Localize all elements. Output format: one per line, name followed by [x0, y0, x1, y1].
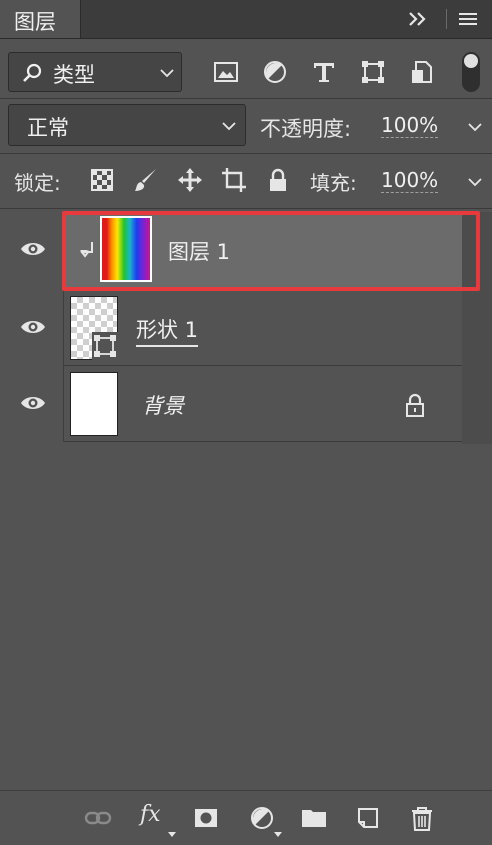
divider [0, 153, 492, 154]
eye-icon[interactable] [20, 240, 46, 258]
new-layer-icon[interactable] [354, 804, 382, 832]
lock-all-icon[interactable] [264, 166, 292, 194]
vector-mask-badge-icon [92, 332, 118, 360]
fill-field[interactable]: 100% [374, 161, 486, 199]
lock-transparent-pixels-icon[interactable] [88, 166, 116, 194]
filter-kind-dropdown[interactable]: 类型 [8, 52, 182, 92]
new-group-icon[interactable] [300, 804, 328, 832]
smart-object-icon[interactable] [408, 58, 436, 86]
filter-kind-label: 类型 [53, 63, 95, 87]
blend-mode-label: 正常 [27, 116, 69, 140]
eye-icon[interactable] [20, 318, 46, 336]
opacity-label: 不透明度: [260, 117, 352, 141]
hamburger-menu-icon[interactable] [456, 9, 480, 29]
lock-label: 锁定: [14, 171, 61, 195]
divider [0, 208, 492, 209]
lock-image-pixels-icon[interactable] [132, 166, 160, 194]
image-icon[interactable] [212, 58, 240, 86]
toggle-knob [464, 54, 478, 68]
search-icon [21, 62, 43, 84]
new-adjustment-icon[interactable] [248, 804, 276, 832]
layer-thumbnail[interactable] [70, 372, 118, 436]
layer-row[interactable]: 背景 [0, 366, 492, 442]
tab-divider [446, 9, 447, 29]
layer-name[interactable]: 背景 [142, 390, 184, 420]
row-divider [64, 441, 462, 442]
visibility-toggle[interactable] [0, 212, 64, 288]
transform-icon[interactable] [359, 58, 387, 86]
dropdown-arrow-icon [274, 832, 282, 837]
layer-name[interactable]: 形状 1 [136, 314, 199, 347]
lock-position-icon[interactable] [176, 166, 204, 194]
eye-icon[interactable] [20, 394, 46, 412]
opacity-field[interactable]: 100% [374, 106, 486, 144]
chevron-down-icon [467, 174, 483, 190]
visibility-toggle[interactable] [0, 290, 64, 366]
filter-toggle-switch[interactable] [462, 52, 480, 92]
link-layers-icon[interactable] [84, 804, 112, 832]
fx-icon[interactable]: fx [140, 802, 170, 830]
add-mask-icon[interactable] [192, 804, 220, 832]
type-icon[interactable] [310, 58, 338, 86]
opacity-value: 100% [381, 113, 439, 138]
selection-highlight-frame [62, 211, 480, 291]
fx-label: fx [140, 802, 161, 827]
chevron-down-icon [467, 119, 483, 135]
tab-layers[interactable]: 图层 [0, 0, 81, 38]
lock-artboard-icon[interactable] [220, 166, 248, 194]
delete-icon[interactable] [408, 804, 436, 832]
fill-label: 填充: [310, 171, 357, 195]
chevron-down-icon [221, 118, 237, 134]
divider [0, 98, 492, 99]
visibility-toggle[interactable] [0, 366, 64, 442]
dropdown-arrow-icon [168, 832, 176, 837]
lock-icon [402, 392, 428, 418]
adjustment-icon[interactable] [261, 58, 289, 86]
layer-row[interactable]: 形状 1 [0, 290, 492, 366]
panel-title: 图层 [14, 10, 56, 34]
chevron-down-icon [159, 65, 175, 81]
double-chevron-right-icon[interactable] [406, 8, 430, 30]
blend-mode-dropdown[interactable]: 正常 [8, 104, 246, 146]
fill-value: 100% [381, 168, 439, 193]
